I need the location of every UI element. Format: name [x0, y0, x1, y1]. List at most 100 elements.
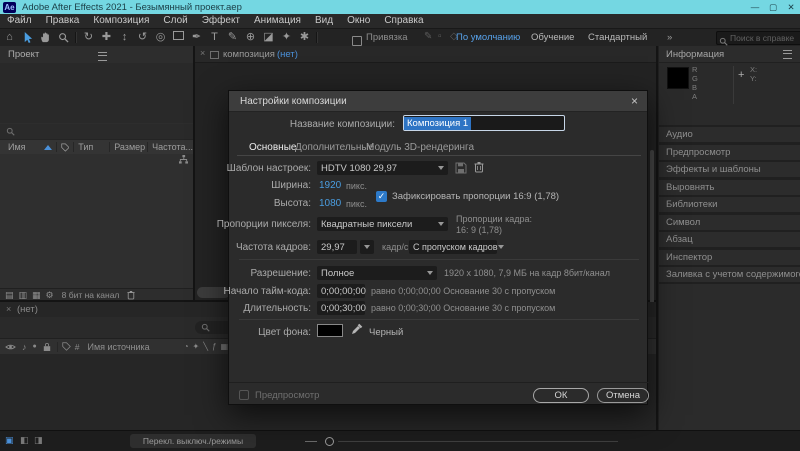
close-panel-icon[interactable]: × [200, 48, 205, 58]
trash-icon[interactable] [127, 290, 135, 300]
snapping-option-icon[interactable]: ▫ [438, 31, 442, 42]
cancel-button[interactable]: Отмена [597, 388, 649, 403]
start-timecode-input[interactable]: 0;00;00;00 [317, 284, 366, 298]
panel-tab-preview[interactable]: Предпросмотр [659, 145, 800, 160]
interpret-footage-icon[interactable]: ▤ [5, 290, 14, 301]
pan-camera-tool-icon[interactable]: ✚ [100, 29, 113, 46]
width-value[interactable]: 1920 [319, 180, 341, 191]
menu-window[interactable]: Окно [340, 14, 377, 28]
pixel-aspect-dropdown[interactable]: Квадратные пиксели [317, 217, 448, 231]
workspace-overflow-icon[interactable]: » [667, 31, 672, 44]
column-framerate[interactable]: Частота... [152, 142, 193, 152]
orbit-camera-tool-icon[interactable]: ↻ [82, 29, 95, 46]
panel-menu-icon[interactable] [98, 52, 107, 61]
toggle-layer-switches-icon[interactable]: ▣ [5, 435, 14, 446]
workspace-tab-standard[interactable]: Стандартный [588, 31, 647, 44]
save-preset-icon[interactable] [455, 162, 467, 174]
zoom-tool-icon[interactable] [57, 29, 70, 46]
clone-stamp-tool-icon[interactable]: ⊕ [244, 29, 257, 46]
tab-advanced[interactable]: Дополнительные [295, 142, 374, 153]
fx-icon[interactable]: ƒ [212, 342, 216, 351]
workspace-tab-default[interactable]: По умолчанию [456, 31, 520, 44]
rectangle-tool-icon[interactable] [172, 29, 185, 46]
video-visibility-icon[interactable] [5, 343, 16, 351]
project-flowchart-icon[interactable] [179, 155, 188, 164]
brush-tool-icon[interactable]: ✎ [226, 29, 239, 46]
lock-aspect-label[interactable]: Зафиксировать пропорции 16:9 (1,78) [392, 191, 559, 202]
zoom-out-icon[interactable] [305, 441, 317, 442]
snapping-label[interactable]: Привязка [366, 31, 408, 44]
new-folder-icon[interactable]: ▥ [19, 290, 28, 301]
panel-tab-character[interactable]: Символ [659, 215, 800, 230]
source-name-column[interactable]: Имя источника [87, 342, 149, 352]
panel-tab-libraries[interactable]: Библиотеки [659, 197, 800, 212]
column-type[interactable]: Тип [78, 142, 93, 152]
label-color-icon[interactable] [62, 342, 71, 351]
layer-number-column[interactable]: # [75, 342, 80, 352]
frame-blend-icon[interactable]: ▦ [221, 342, 229, 351]
project-search-row[interactable] [0, 124, 193, 139]
frame-rate-dropdown-button[interactable] [360, 240, 374, 254]
menu-animation[interactable]: Анимация [247, 14, 308, 28]
panel-tab-paragraph[interactable]: Абзац [659, 232, 800, 247]
column-size[interactable]: Размер [114, 142, 145, 152]
hand-tool-icon[interactable] [39, 29, 52, 46]
menu-layer[interactable]: Слой [156, 14, 194, 28]
menu-file[interactable]: Файл [0, 14, 39, 28]
menu-composition[interactable]: Композиция [86, 14, 156, 28]
panel-tab-audio[interactable]: Аудио [659, 127, 800, 142]
panel-lock-icon[interactable] [210, 51, 219, 59]
eraser-tool-icon[interactable]: ◪ [262, 29, 275, 46]
panel-tab-align[interactable]: Выровнять [659, 180, 800, 195]
panel-tab-content-aware-fill[interactable]: Заливка с учетом содержимого [659, 267, 800, 282]
lock-column-icon[interactable] [43, 342, 51, 352]
menu-view[interactable]: Вид [308, 14, 340, 28]
home-tool-icon[interactable]: ⌂ [3, 29, 16, 46]
bit-depth-label[interactable]: 8 бит на канал [62, 290, 120, 300]
puppet-pin-tool-icon[interactable]: ✱ [298, 29, 311, 46]
shy-icon[interactable]: ◔ [184, 342, 189, 351]
background-color-swatch[interactable] [317, 324, 343, 337]
column-name[interactable]: Имя [8, 142, 26, 152]
new-composition-icon[interactable]: ▦ [32, 290, 41, 301]
info-panel-header[interactable]: Информация [659, 46, 800, 62]
menu-help[interactable]: Справка [377, 14, 430, 28]
minimize-button[interactable]: — [746, 0, 764, 14]
preview-checkbox[interactable] [239, 390, 249, 400]
composition-name-input[interactable]: Композиция 1 [403, 115, 565, 131]
lock-aspect-checkbox[interactable]: ✓ [376, 191, 387, 202]
collapse-transforms-icon[interactable]: ✦ [193, 342, 200, 351]
workspace-tab-learn[interactable]: Обучение [531, 31, 574, 44]
maximize-button[interactable]: ▢ [764, 0, 782, 14]
delete-preset-icon[interactable] [474, 161, 484, 173]
project-panel-tab[interactable]: Проект [8, 49, 39, 60]
panel-tab-effects-presets[interactable]: Эффекты и шаблоны [659, 162, 800, 177]
close-icon[interactable]: × [631, 94, 638, 108]
audio-column-icon[interactable]: ♪ [22, 342, 27, 352]
resolution-dropdown[interactable]: Полное [317, 266, 437, 280]
close-window-button[interactable]: ✕ [782, 0, 800, 14]
roto-brush-tool-icon[interactable]: ✦ [280, 29, 293, 46]
dolly-camera-tool-icon[interactable]: ↕ [118, 29, 131, 46]
tab-3d-renderer[interactable]: Модуль 3D-рендеринга [366, 142, 474, 153]
panel-menu-icon[interactable] [783, 49, 792, 59]
quality-icon[interactable]: ╲ [203, 342, 208, 351]
toggle-transfer-controls-icon[interactable]: ◧ [20, 435, 29, 446]
menu-edit[interactable]: Правка [39, 14, 87, 28]
frame-rate-input[interactable]: 29,97 [317, 240, 357, 254]
timeline-zoom-slider-track[interactable] [338, 441, 618, 442]
snapping-option-icon[interactable]: ✎ [424, 31, 432, 42]
rotation-tool-icon[interactable]: ↺ [136, 29, 149, 46]
height-value[interactable]: 1080 [319, 198, 341, 209]
timeline-zoom-slider-knob[interactable] [325, 437, 334, 446]
drop-frame-dropdown[interactable]: С пропуском кадров [409, 240, 504, 254]
duration-input[interactable]: 0;00;30;00 [317, 301, 366, 315]
project-item-list[interactable] [0, 154, 193, 288]
pan-behind-tool-icon[interactable]: ◎ [154, 29, 167, 46]
toggle-switches-modes-button[interactable]: Перекл. выключ./режимы [130, 434, 256, 448]
dialog-title-bar[interactable]: Настройки композиции × [229, 91, 647, 112]
panel-tab-tracker[interactable]: Инспектор [659, 250, 800, 265]
eyedropper-icon[interactable] [351, 323, 363, 335]
close-panel-icon[interactable]: × [6, 304, 11, 314]
help-search-input[interactable] [716, 31, 800, 45]
